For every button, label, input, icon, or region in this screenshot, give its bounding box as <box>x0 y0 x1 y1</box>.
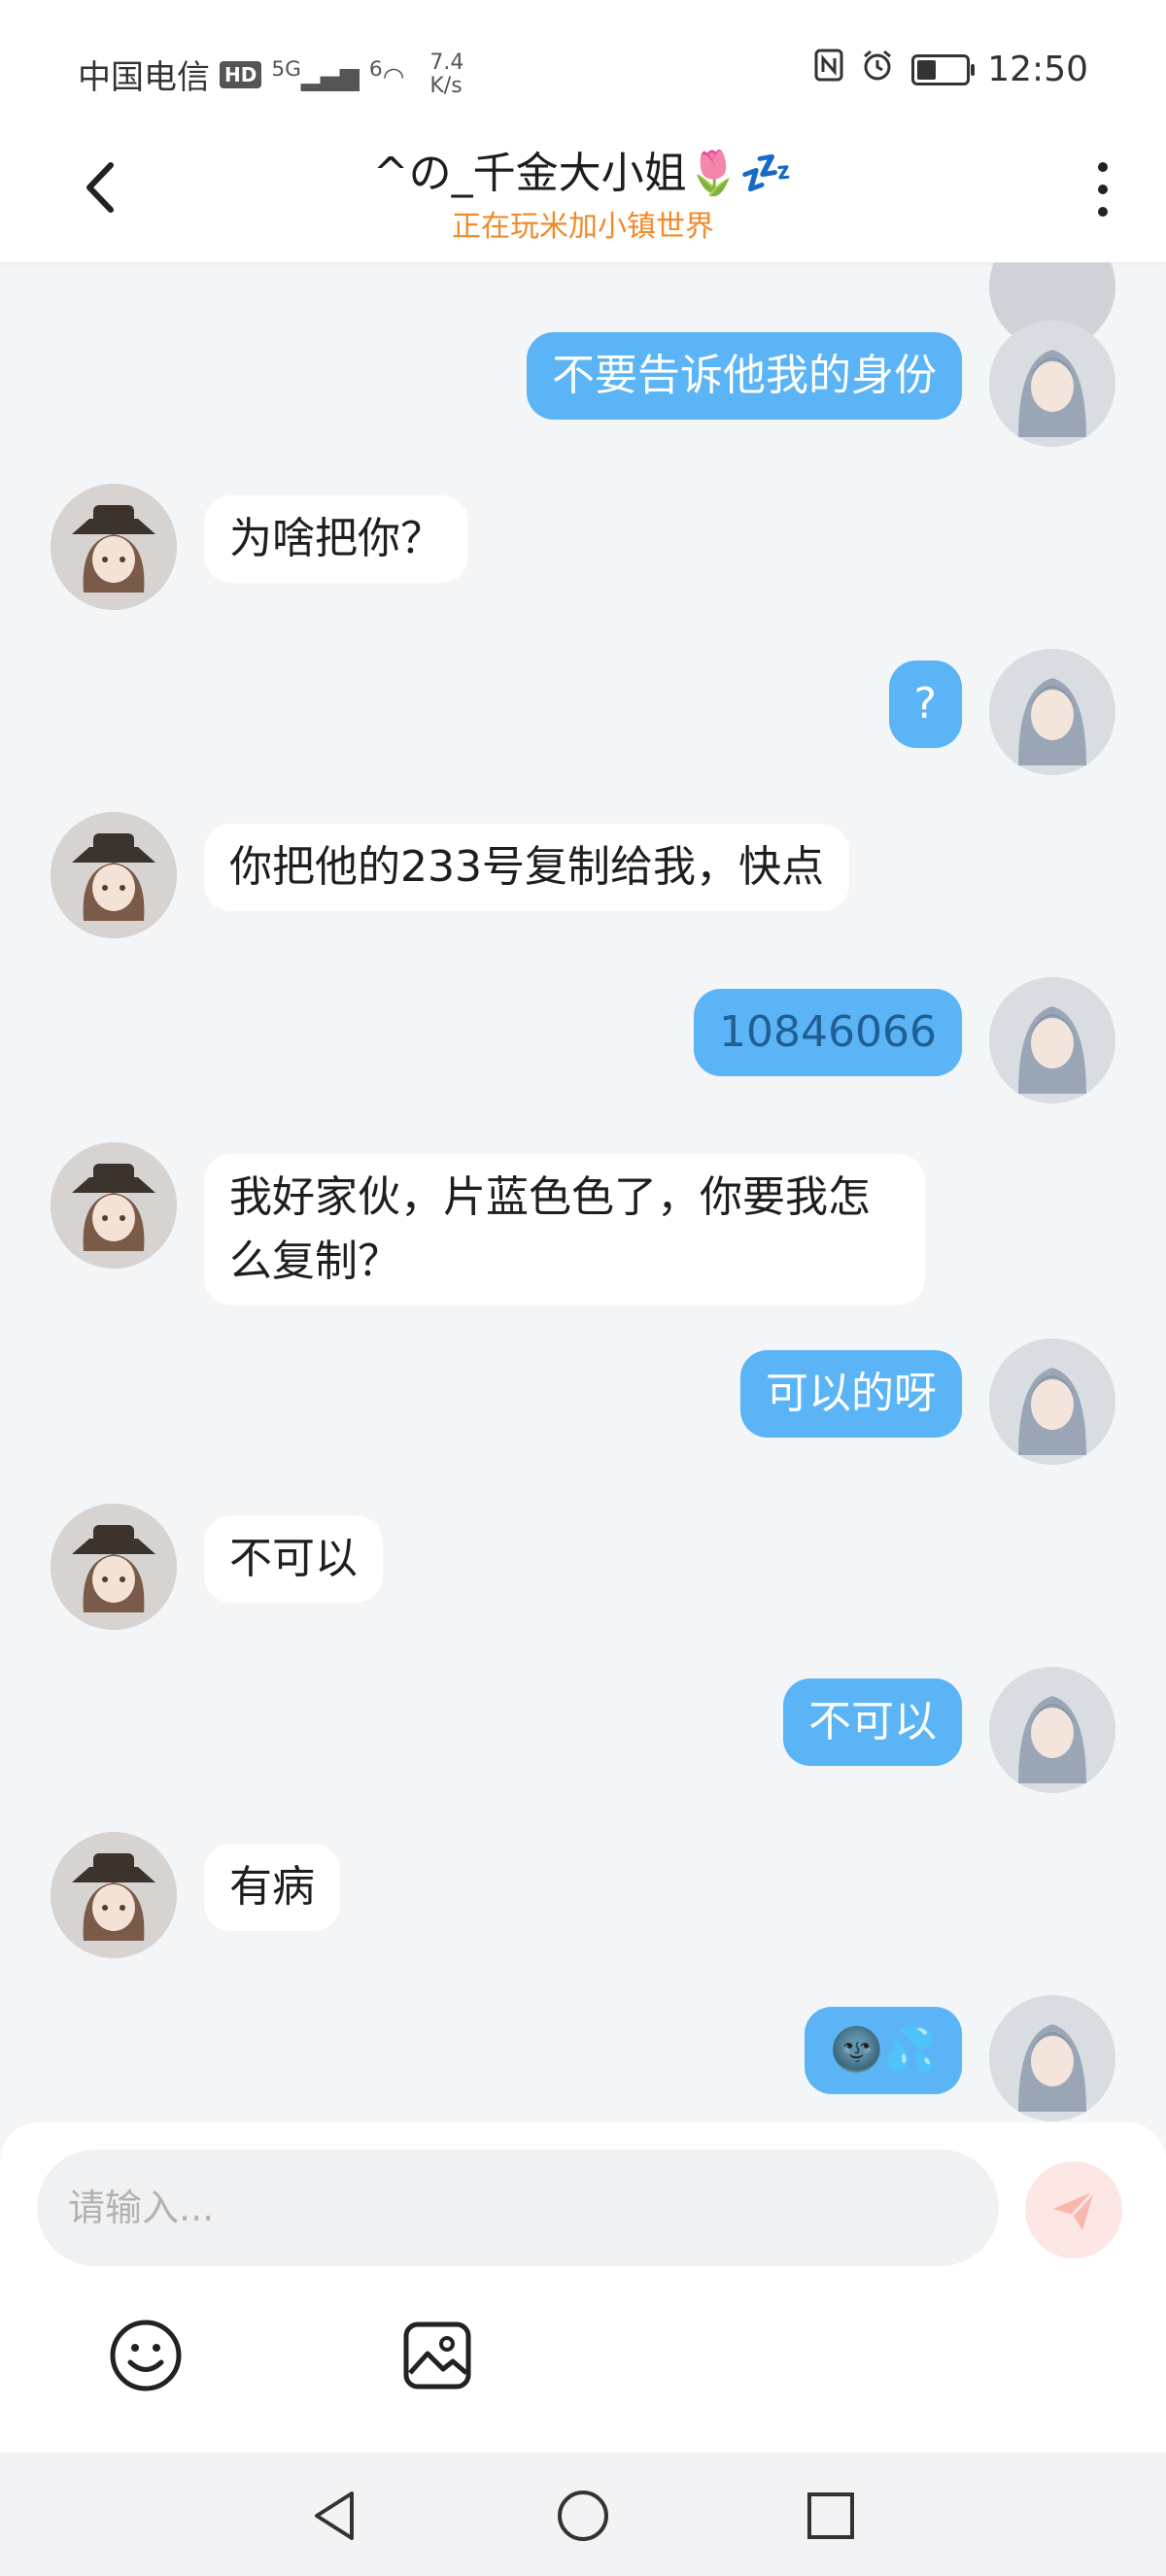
clock-time: 12:50 <box>987 50 1088 89</box>
my-message-bubble[interactable]: 不要告诉他我的身份 <box>527 332 962 420</box>
network-speed: 7.4 K/s <box>429 51 463 98</box>
emoji-button[interactable] <box>107 2317 185 2394</box>
carrier-name: 中国电信 <box>78 58 210 97</box>
contact-message-bubble[interactable]: 我好家伙，片蓝色色了，你要我怎么复制？ <box>204 1154 925 1305</box>
my-avatar[interactable] <box>989 1339 1115 1465</box>
signal-5g-icon: 5G▂▄▆ <box>271 56 360 92</box>
my-message-bubble[interactable]: 🌚💦 <box>805 2007 962 2094</box>
battery-icon <box>911 53 976 85</box>
status-bar: 中国电信 HD 5G▂▄▆ 6◠ 7.4 K/s 12:50 <box>0 0 1166 146</box>
contact-message-bubble[interactable]: 有病 <box>204 1844 340 1931</box>
contact-status: 正在玩米加小镇世界 <box>452 210 714 244</box>
smiley-icon <box>110 2320 182 2391</box>
my-message-bubble[interactable]: 不可以 <box>783 1678 962 1766</box>
my-avatar[interactable] <box>989 977 1115 1103</box>
alarm-icon <box>861 49 894 90</box>
system-nav-bar <box>0 2453 1166 2576</box>
my-message-bubble[interactable]: 10846066 <box>694 989 962 1076</box>
speed-value: 7.4 <box>429 50 464 75</box>
battery-level <box>917 59 937 80</box>
image-button[interactable] <box>398 2317 476 2394</box>
nav-recent-button[interactable] <box>797 2482 865 2550</box>
chat-header: ^の_千金大小姐🌷💤 正在玩米加小镇世界 <box>0 126 1166 262</box>
message-list[interactable]: 不要告诉他我的身份 为啥把你？? 你把他的233号复制给我，快点 10846066 我好… <box>0 262 1166 2127</box>
circle-home-icon <box>558 2491 608 2541</box>
image-icon <box>403 2322 471 2390</box>
status-left: 中国电信 HD 5G▂▄▆ 6◠ 7.4 K/s <box>78 51 463 98</box>
composer <box>0 2122 1166 2453</box>
nav-back-button[interactable] <box>301 2482 369 2550</box>
my-avatar[interactable] <box>989 649 1115 775</box>
contact-avatar[interactable] <box>51 812 177 938</box>
my-avatar[interactable] <box>989 321 1115 447</box>
contact-avatar[interactable] <box>51 1504 177 1630</box>
nav-home-button[interactable] <box>549 2482 617 2550</box>
send-icon <box>1053 2189 1096 2230</box>
square-recent-icon <box>807 2492 854 2539</box>
send-button[interactable] <box>1025 2161 1122 2258</box>
contact-avatar[interactable] <box>51 484 177 610</box>
hd-badge: HD <box>220 60 262 88</box>
contact-avatar[interactable] <box>51 1832 177 1958</box>
more-button[interactable] <box>1088 155 1117 223</box>
nfc-icon <box>814 49 843 90</box>
my-avatar[interactable] <box>989 1667 1115 1793</box>
wifi-icon: 6◠ <box>368 56 405 92</box>
more-vertical-icon <box>1098 161 1108 172</box>
status-right: 12:50 <box>814 49 1088 90</box>
contact-message-bubble[interactable]: 不可以 <box>204 1515 383 1603</box>
my-message-bubble[interactable]: ? <box>888 661 962 748</box>
message-input[interactable] <box>37 2150 999 2266</box>
contact-message-bubble[interactable]: 你把他的233号复制给我，快点 <box>204 824 849 911</box>
triangle-back-icon <box>315 2491 354 2540</box>
my-message-bubble[interactable]: 可以的呀 <box>740 1350 962 1438</box>
contact-name: ^の_千金大小姐🌷💤 <box>372 149 794 198</box>
contact-message-bubble[interactable]: 为啥把你？ <box>204 495 468 583</box>
contact-avatar[interactable] <box>51 1142 177 1269</box>
my-avatar[interactable] <box>989 1995 1115 2121</box>
speed-unit: K/s <box>429 73 463 98</box>
